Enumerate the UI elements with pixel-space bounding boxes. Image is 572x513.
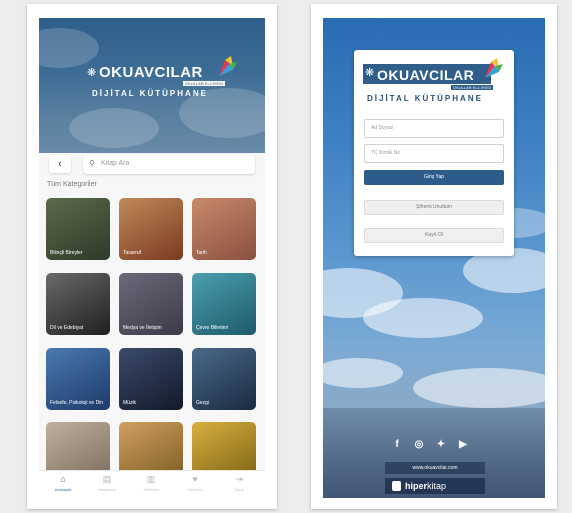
name-field[interactable]: Ad Soyad [364,119,504,138]
okuavcilar-logo: ❋ OKUAVCILAR OKULLAR ELCİYESİ DİJİTAL KÜ… [87,56,237,104]
id-number-field[interactable]: TC Kimlik No [364,144,504,163]
logo-subtext: OKULLAR ELCİYESİ [183,81,225,86]
category-label: Dil ve Edebiyat [50,325,84,331]
nav-item-1[interactable]: ▤ Kitaplarım [89,474,125,492]
logo-ribbon-icon [485,58,503,78]
category-label: Gezgi [196,400,210,406]
category-label: Bilinçli Bireyler [50,250,83,256]
nav-item-0[interactable]: ⌂ Anasayfa [45,474,81,492]
shelf-icon: ▥ [146,474,156,484]
hiperkitap-rest: kitap [427,481,447,491]
hiperkitap-bold: hiper [405,481,428,491]
category-label: Müzik [123,400,137,406]
nav-label: Rafımda [143,487,159,492]
cloud-decoration [323,358,403,388]
category-label: Medya ve İletişim [123,325,162,331]
category-label: Tasarruf [123,250,142,256]
heart-icon: ♥ [192,474,198,484]
name-placeholder: Ad Soyad [371,125,393,131]
book-icon: ▤ [102,474,112,484]
nav-label: Anasayfa [54,487,72,492]
search-placeholder: Kitap Ara [101,160,130,167]
bottom-navigation: ⌂ Anasayfa ▤ Kitaplarım ▥ Rafımda ♥ Favoriler ⇥ Ç… [39,470,265,498]
cloud-decoration [363,298,483,338]
forgot-password-button[interactable]: Şifremi Unuttum [364,200,504,215]
social-links: f ◎ ✦ ▶ [389,438,485,452]
search-icon: ⚲ [89,159,95,168]
logout-icon: ⇥ [235,474,243,484]
logo-brand-text: OKUAVCILAR [99,64,203,81]
category-tile[interactable]: Müzik [119,348,183,410]
cloud-decoration [413,368,545,408]
register-button[interactable]: Kayıt Ol [364,228,504,243]
category-tile[interactable]: Dil ve Edebiyat [46,273,110,335]
category-tile[interactable]: Medya ve İletişim [119,273,183,335]
okuavcilar-logo: ❋ OKUAVCILAR OKULLAR ELCİYESİ DİJİTAL KÜ… [363,58,505,106]
id-placeholder: TC Kimlik No [371,150,401,156]
logo-digital-library: DİJİTAL KÜTÜPHANE [92,89,208,98]
login-screen: ❋ OKUAVCILAR OKULLAR ELCİYESİ DİJİTAL KÜ… [323,18,545,498]
logo-ribbon-icon [219,56,237,76]
website-link[interactable]: www.okuavcilar.com [385,462,485,474]
instagram-icon[interactable]: ◎ [411,438,427,452]
hiperkitap-logo: hiperkitap [385,478,485,494]
category-tile[interactable]: Gezgi [192,348,256,410]
logo-swirl-icon: ❋ [87,67,97,79]
login-button[interactable]: Giriş Yap [364,170,504,185]
chevron-left-icon: ‹ [58,158,62,170]
category-tile[interactable]: Tasarruf [119,198,183,260]
header-banner: ❋ OKUAVCILAR OKULLAR ELCİYESİ DİJİTAL KÜ… [39,18,265,153]
logo-digital-library: DİJİTAL KÜTÜPHANE [367,94,483,103]
nav-label: Favoriler [187,487,203,492]
cloud-decoration [69,108,159,148]
search-input[interactable]: ⚲ Kitap Ara [83,154,255,174]
twitter-icon[interactable]: ✦ [433,438,449,452]
category-tile[interactable]: Tarih [192,198,256,260]
hiperkitap-icon [392,481,401,491]
nav-label: Kitaplarım [97,487,116,492]
right-screenshot-card: ❋ OKUAVCILAR OKULLAR ELCİYESİ DİJİTAL KÜ… [311,4,557,509]
youtube-icon[interactable]: ▶ [455,438,471,452]
category-tile[interactable]: Felsefe, Psikoloji ve Din [46,348,110,410]
nav-item-2[interactable]: ▥ Rafımda [133,474,169,492]
home-icon: ⌂ [60,474,66,484]
logo-subtext: OKULLAR ELCİYESİ [451,85,493,90]
login-panel: ❋ OKUAVCILAR OKULLAR ELCİYESİ DİJİTAL KÜ… [354,50,514,256]
category-tile[interactable]: Bilinçli Bireyler [46,198,110,260]
category-tile[interactable]: Çevre Bilimleri [192,273,256,335]
nav-item-4[interactable]: ⇥ Çıkış [221,474,257,492]
nav-label: Çıkış [234,487,244,492]
left-screenshot-card: ❋ OKUAVCILAR OKULLAR ELCİYESİ DİJİTAL KÜ… [27,4,277,509]
category-label: Tarih [196,250,207,256]
logo-brand-text: OKUAVCILAR [377,67,475,83]
nav-item-3[interactable]: ♥ Favoriler [177,474,213,492]
category-label: Çevre Bilimleri [196,325,229,331]
facebook-icon[interactable]: f [389,438,405,452]
logo-swirl-icon: ❋ [365,67,375,79]
section-title: Tüm Kategoriler [47,181,97,188]
category-label: Felsefe, Psikoloji ve Din [50,400,104,406]
back-button[interactable]: ‹ [49,155,71,173]
library-home-screen: ❋ OKUAVCILAR OKULLAR ELCİYESİ DİJİTAL KÜ… [39,18,265,498]
